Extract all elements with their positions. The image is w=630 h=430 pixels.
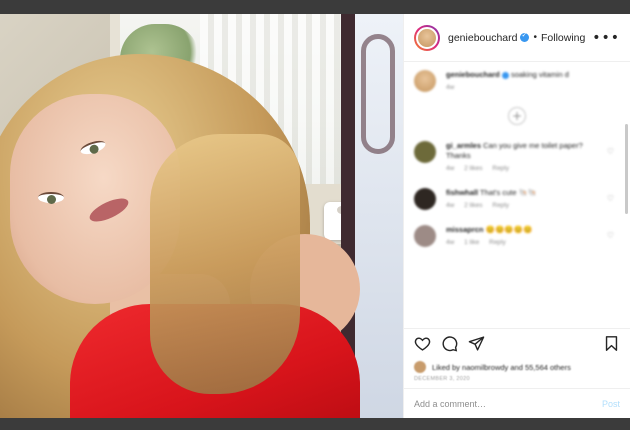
comment-username[interactable]: missaprcn <box>446 225 484 234</box>
caption-text: soaking vitamin d <box>510 70 569 79</box>
likes-summary[interactable]: Liked by naomilbrowdy and 55,564 others <box>404 358 630 374</box>
comment-heart-icon[interactable]: ♡ <box>607 231 614 240</box>
header-separator: • <box>533 32 537 43</box>
comment-time: 4w <box>446 238 455 246</box>
comment-likes[interactable]: 1 like <box>464 239 479 246</box>
reply-button[interactable]: Reply <box>492 202 509 209</box>
comment-username[interactable]: gi_armles <box>446 141 481 150</box>
post-date: DECEMBER 3, 2020 <box>414 376 470 382</box>
post-header: geniebouchard • Following ••• <box>404 14 630 62</box>
comment-time: 4w <box>446 165 455 173</box>
comment-heart-icon[interactable]: ♡ <box>607 194 614 203</box>
reply-button[interactable]: Reply <box>489 239 506 246</box>
comment-likes[interactable]: 2 likes <box>464 202 482 209</box>
comment-item: gi_armles Can you give me toilet paper? … <box>414 140 620 174</box>
commenter-avatar[interactable] <box>414 140 436 163</box>
comments-section: geniebouchard soaking vitamin d 4w + gi_… <box>404 62 630 328</box>
author-username[interactable]: geniebouchard <box>448 32 517 44</box>
action-bar <box>404 328 630 358</box>
photo-ornament <box>361 34 395 154</box>
plus-circle-icon[interactable]: + <box>508 106 526 125</box>
reply-button[interactable]: Reply <box>492 165 509 172</box>
comment-time: 4w <box>446 202 455 210</box>
photo-eye-left <box>38 192 64 204</box>
commenter-avatar[interactable] <box>414 187 436 210</box>
comment-username[interactable]: fishwhall <box>446 188 478 197</box>
comments-scrollbar[interactable] <box>625 124 628 214</box>
post-comment-button[interactable]: Post <box>602 399 620 409</box>
commenter-avatar[interactable] <box>414 224 436 247</box>
caption: geniebouchard soaking vitamin d 4w <box>414 70 620 93</box>
caption-avatar[interactable] <box>414 70 436 92</box>
share-icon[interactable] <box>468 335 485 352</box>
photo-hair-front <box>150 134 300 394</box>
comment-item: missaprcn 😊😊😊😊😊 4w 1 like Reply ♡ <box>414 224 620 248</box>
comment-icon[interactable] <box>441 335 458 352</box>
add-comment-bar: Post <box>404 388 630 418</box>
post-modal: geniebouchard • Following ••• geniebouch… <box>0 14 630 418</box>
bookmark-icon[interactable] <box>603 335 620 352</box>
post-side-panel: geniebouchard • Following ••• geniebouch… <box>403 14 630 418</box>
add-comment-input[interactable] <box>414 398 602 409</box>
post-photo[interactable] <box>0 14 403 418</box>
following-button[interactable]: Following <box>541 32 585 44</box>
comment-heart-icon[interactable]: ♡ <box>607 147 614 156</box>
verified-badge-icon <box>520 31 530 42</box>
comment-text: 😊😊😊😊😊 <box>485 224 533 234</box>
caption-time: 4w <box>446 84 455 92</box>
caption-username[interactable]: geniebouchard <box>446 70 500 79</box>
more-options-icon[interactable]: ••• <box>592 30 620 46</box>
author-avatar[interactable] <box>414 24 440 51</box>
caption-verified-icon <box>501 71 509 79</box>
heart-icon[interactable] <box>414 335 431 352</box>
comment-text: That's cute 🐚🐚 <box>480 187 538 197</box>
comment-likes[interactable]: 2 likes <box>464 165 482 172</box>
likes-text[interactable]: Liked by naomilbrowdy and 55,564 others <box>432 363 571 372</box>
liker-avatar <box>414 361 426 373</box>
comment-item: fishwhall That's cute 🐚🐚 4w 2 likes Repl… <box>414 187 620 211</box>
